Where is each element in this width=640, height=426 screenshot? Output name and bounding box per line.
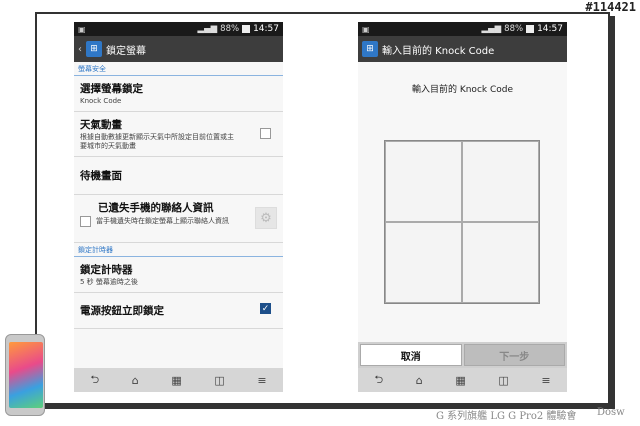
knock-code-pad[interactable] [384,140,540,304]
signal-icon: ▂▄▆ [481,24,502,34]
back-arrow-icon[interactable]: ‹ [78,44,82,55]
next-button[interactable]: 下一步 [463,344,565,366]
lost-phone-checkbox[interactable] [80,216,91,227]
menu-icon[interactable]: ≡ [541,374,550,387]
knock-quadrant-2[interactable] [462,141,539,222]
image-notification-icon: ▣ [362,24,370,34]
setting-weather-animation[interactable]: 天氣動畫 根據自動數據更新顯示天氣中所設定目前位置或主要城市的天氣動畫 [74,112,283,157]
back-icon[interactable]: ⮌ [90,371,99,390]
status-bar: ▣ ▂▄▆ 88% 14:57 [74,22,283,36]
nav-bar: ⮌ ⌂ ▦ ◫ ≡ [74,368,283,392]
button-row: 取消 下一步 [358,342,567,368]
section-header-timer: 鎖定計時器 [74,243,283,257]
knock-quadrant-4[interactable] [462,222,539,303]
setting-sub: 根據自動數據更新顯示天氣中所設定目前位置或主要城市的天氣動畫 [80,133,234,150]
settings-grid-icon: ⊞ [86,41,102,57]
phone-screen [9,342,43,408]
page-title: 輸入目前的 Knock Code [382,45,495,57]
battery-percent: 88% [220,24,240,34]
setting-power-button-lock[interactable]: 電源按鈕立即鎖定 ✓ [74,293,283,329]
title-bar[interactable]: ‹ ⊞ 鎖定螢幕 [74,36,283,62]
post-id: #114421 [585,0,636,14]
setting-lost-phone-info[interactable]: 已遺失手機的聯絡人資訊 當手機遺失時在鎖定螢幕上顯示聯絡人資訊 ⚙ [74,195,283,243]
battery-icon [242,25,251,33]
setting-lock-timer[interactable]: 鎖定計時器 5 秒 螢幕逾時之後 [74,257,283,293]
title-bar: ⊞ 輸入目前的 Knock Code [358,36,567,62]
back-icon[interactable]: ⮌ [374,371,383,390]
signal-icon: ▂▄▆ [197,24,218,34]
image-notification-icon: ▣ [78,24,86,34]
section-header-security: 螢幕安全 [74,62,283,76]
clock: 14:57 [253,24,279,34]
dual-window-icon[interactable]: ▦ [455,374,465,387]
gear-icon[interactable]: ⚙ [255,207,277,229]
setting-title: 選擇螢幕鎖定 [80,83,143,95]
knock-quadrant-3[interactable] [385,222,462,303]
setting-title: 待機畫面 [80,170,122,182]
setting-sub: 當手機遺失時在鎖定螢幕上顯示聯絡人資訊 [96,217,229,225]
knock-code-screen: ▣ ▂▄▆ 88% 14:57 ⊞ 輸入目前的 Knock Code 輸入目前的… [358,22,567,392]
knock-quadrant-1[interactable] [385,141,462,222]
clock: 14:57 [537,24,563,34]
setting-select-lock[interactable]: 選擇螢幕鎖定 Knock Code [74,76,283,112]
setting-title: 天氣動畫 [80,119,122,131]
status-bar: ▣ ▂▄▆ 88% 14:57 [358,22,567,36]
setting-title: 鎖定計時器 [80,264,133,276]
nav-bar: ⮌ ⌂ ▦ ◫ ≡ [358,368,567,392]
home-icon[interactable]: ⌂ [132,374,139,387]
home-icon[interactable]: ⌂ [416,374,423,387]
battery-percent: 88% [504,24,524,34]
cancel-button[interactable]: 取消 [360,344,462,366]
lock-screen-settings: ▣ ▂▄▆ 88% 14:57 ‹ ⊞ 鎖定螢幕 螢幕安全 選擇螢幕鎖定 Kno… [74,22,283,392]
menu-icon[interactable]: ≡ [257,374,266,387]
setting-sub: 5 秒 螢幕逾時之後 [80,278,138,286]
setting-title: 電源按鈕立即鎖定 [80,305,164,317]
setting-title: 已遺失手機的聯絡人資訊 [98,202,214,214]
weather-checkbox[interactable] [260,128,271,139]
phone-thumbnail [5,334,45,416]
page-title: 鎖定螢幕 [106,45,146,57]
qslide-icon[interactable]: ◫ [214,374,224,387]
battery-icon [526,25,535,33]
knock-prompt: 輸入目前的 Knock Code [411,85,514,95]
caption-author: Dosw [597,407,625,418]
settings-grid-icon: ⊞ [362,41,378,57]
qslide-icon[interactable]: ◫ [498,374,508,387]
dual-window-icon[interactable]: ▦ [171,374,181,387]
setting-sub: Knock Code [80,97,122,105]
caption: G 系列旗艦 LG G Pro2 體驗會 [436,411,577,422]
setting-standby-screen[interactable]: 待機畫面 [74,157,283,195]
power-lock-checkbox[interactable]: ✓ [260,303,271,314]
